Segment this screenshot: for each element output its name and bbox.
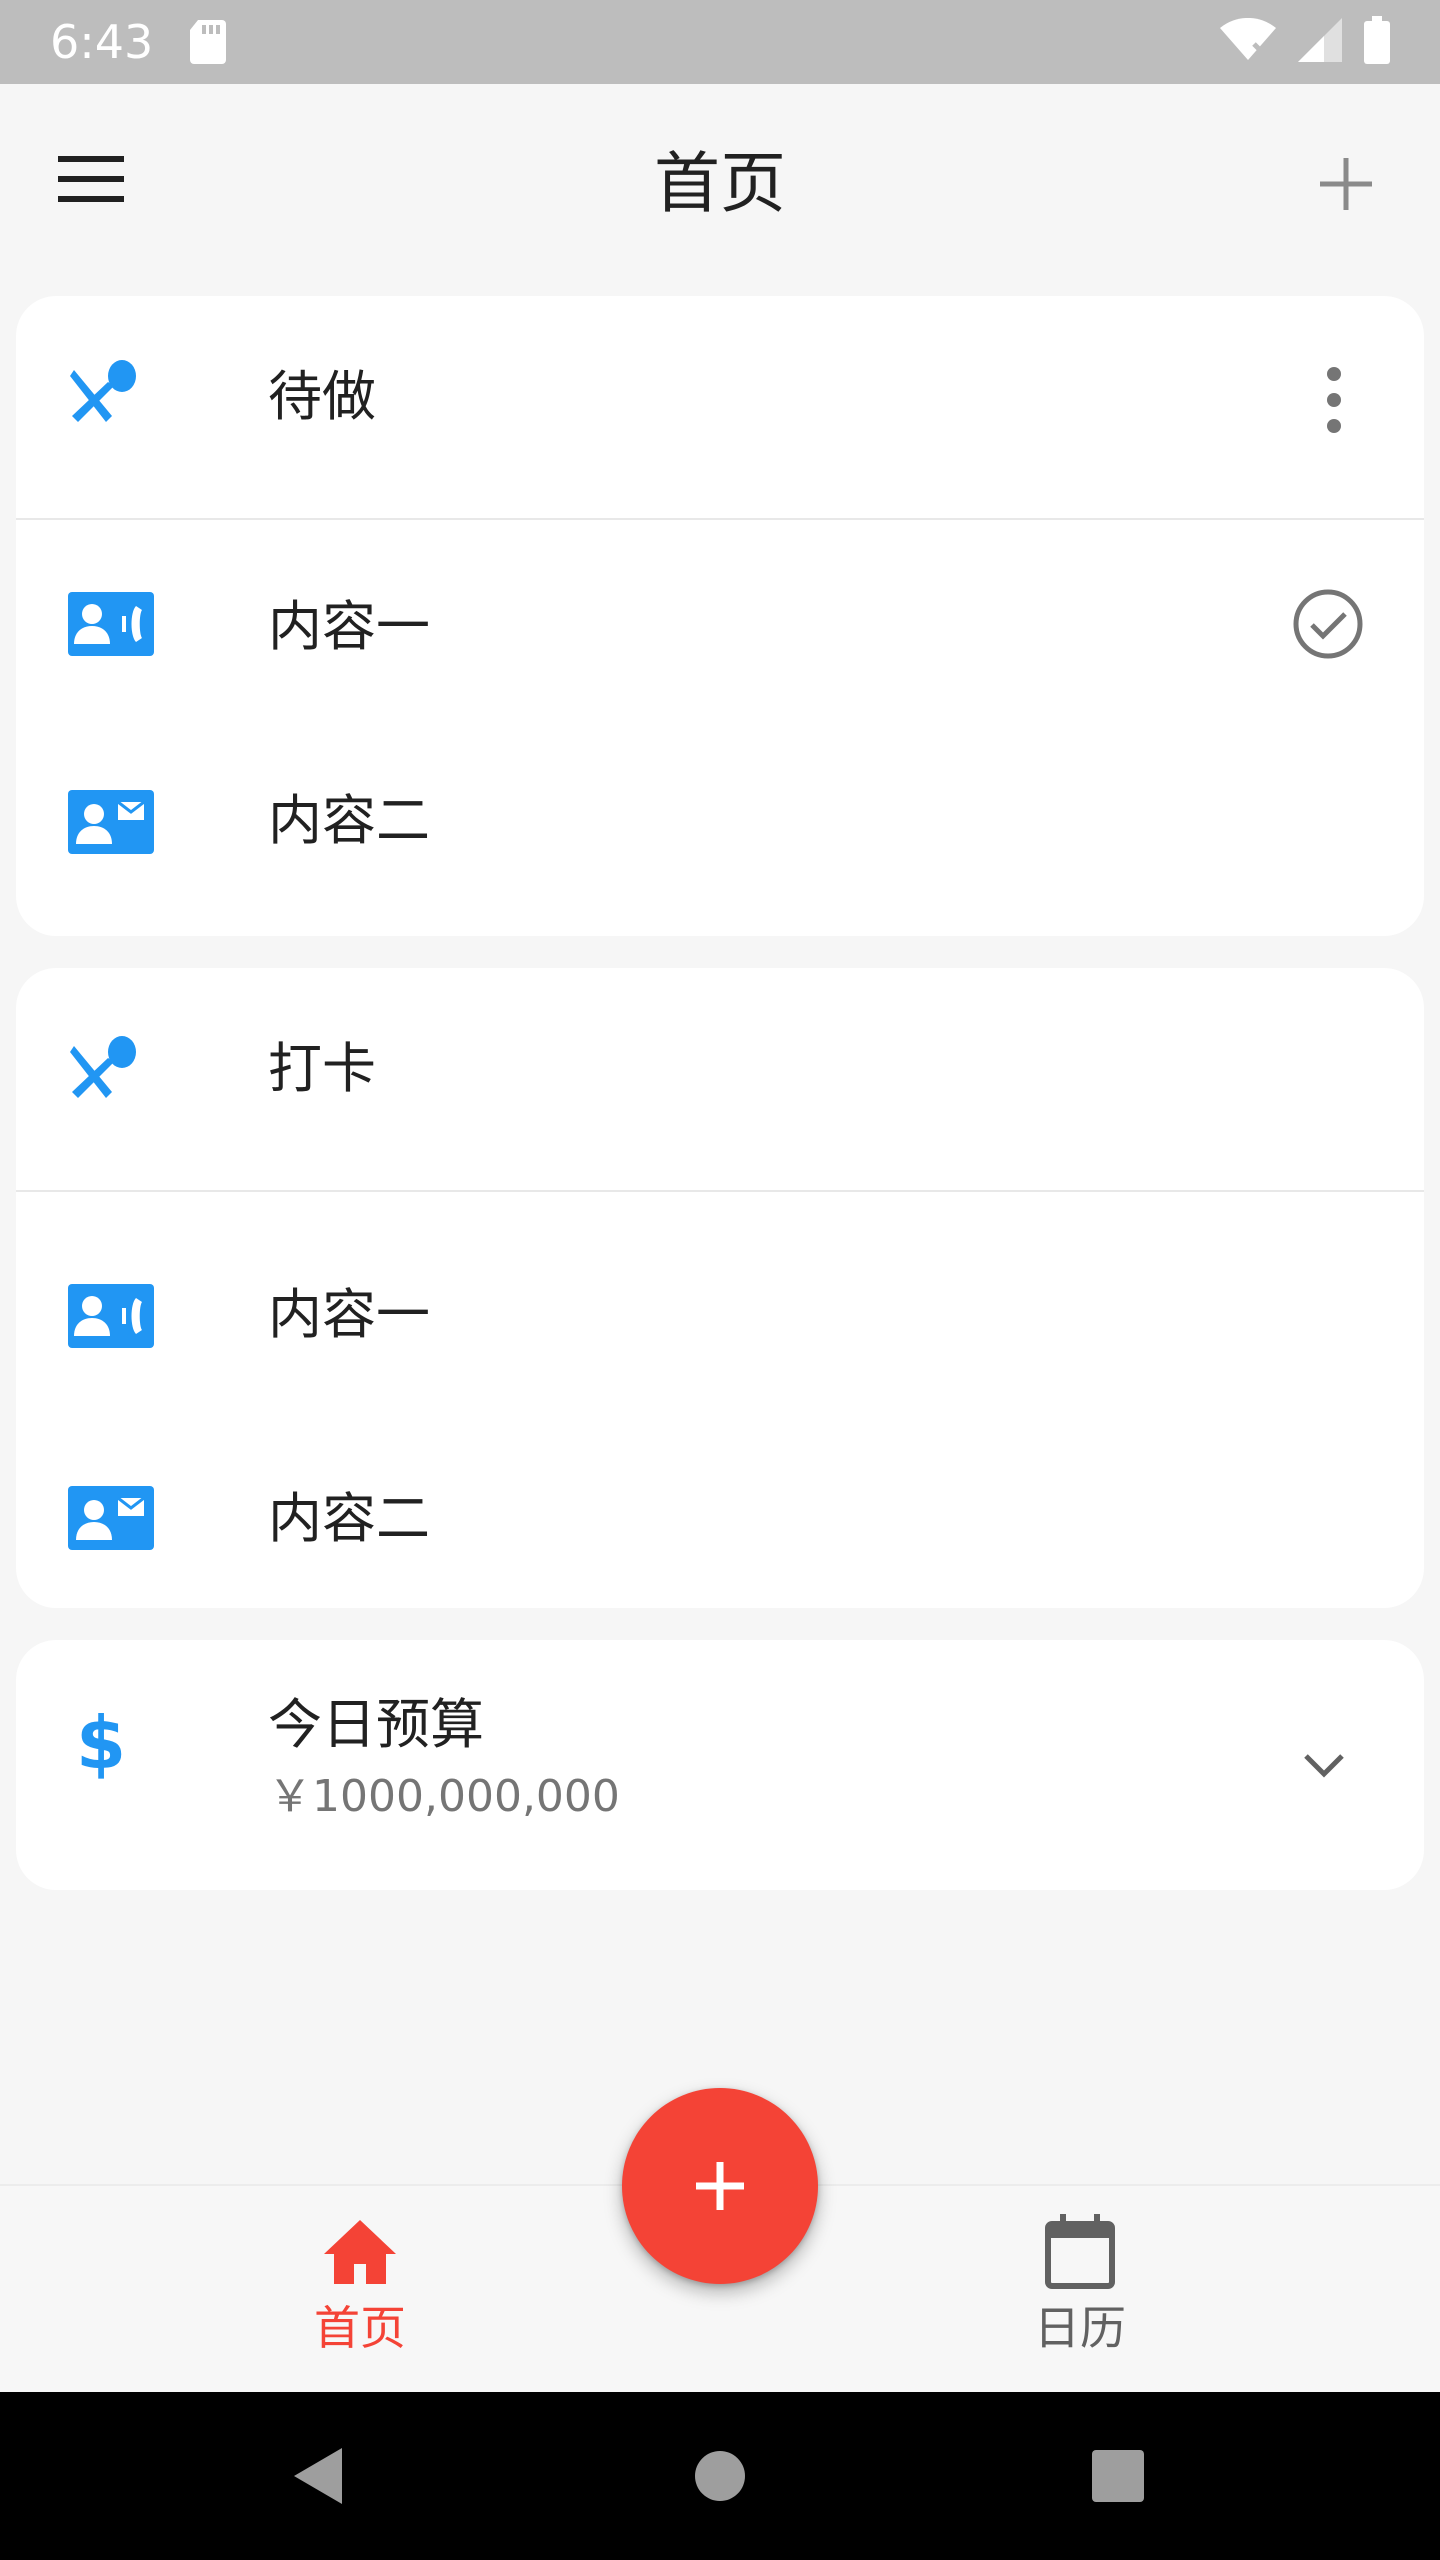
list-item-label: 内容一	[268, 595, 430, 658]
list-item[interactable]: 内容二	[16, 1402, 1424, 1602]
add-icon[interactable]	[1306, 144, 1386, 224]
list-item[interactable]: 内容一	[16, 1192, 1424, 1402]
contact-phone-icon	[68, 1284, 154, 1352]
home-nav-icon[interactable]	[680, 2436, 760, 2516]
check-circle-icon[interactable]	[1288, 584, 1368, 664]
sd-card-icon	[190, 20, 226, 68]
status-icons	[1220, 16, 1390, 68]
list-item[interactable]: 内容二	[16, 730, 1424, 930]
status-bar: 6:43	[0, 0, 1440, 84]
nav-item-home[interactable]: 首页	[210, 2186, 510, 2394]
dollar-icon: $	[76, 1701, 126, 1785]
chevron-down-icon[interactable]	[1294, 1736, 1354, 1796]
system-nav-bar	[0, 2392, 1440, 2560]
nav-item-label: 首页	[314, 2301, 406, 2355]
wifi-icon	[1220, 17, 1276, 66]
calendar-icon	[1040, 2212, 1120, 2292]
list-item[interactable]: 内容一	[16, 520, 1424, 730]
checkin-card: 打卡 内容一 内容二	[16, 968, 1424, 1608]
utensils-icon	[68, 1034, 140, 1110]
todo-card-header[interactable]: 待做	[16, 296, 1424, 518]
todo-card-title: 待做	[268, 365, 376, 428]
nav-item-label: 日历	[1034, 2301, 1126, 2355]
list-item-label: 内容一	[268, 1283, 430, 1346]
budget-amount: ￥1000,000,000	[268, 1771, 620, 1822]
contact-mail-icon	[68, 1486, 154, 1554]
budget-title: 今日预算	[268, 1693, 484, 1756]
page-title: 首页	[654, 145, 786, 222]
back-icon[interactable]	[280, 2436, 360, 2516]
todo-card: 待做 内容一 内容二	[16, 296, 1424, 936]
add-icon	[696, 2162, 744, 2210]
nav-item-calendar[interactable]: 日历	[930, 2186, 1230, 2394]
signal-icon	[1298, 18, 1342, 66]
checkin-card-title: 打卡	[268, 1037, 376, 1100]
svg-text:$: $	[76, 1704, 126, 1780]
home-icon	[320, 2212, 400, 2292]
recents-icon[interactable]	[1078, 2436, 1158, 2516]
more-vert-icon[interactable]	[1314, 360, 1354, 440]
screen: 6:43 首页 待做 内容一 内容二 打卡 内容一 内容二 $ 今日预算 ￥10…	[0, 0, 1440, 2560]
list-item-label: 内容二	[268, 1487, 430, 1550]
utensils-icon	[68, 358, 140, 434]
app-bar: 首页	[0, 84, 1440, 280]
budget-card[interactable]: $ 今日预算 ￥1000,000,000	[16, 1640, 1424, 1890]
contact-phone-icon	[68, 592, 154, 660]
fab-add-button[interactable]	[622, 2088, 818, 2284]
checkin-card-header[interactable]: 打卡	[16, 968, 1424, 1190]
status-time: 6:43	[50, 15, 154, 69]
list-item-label: 内容二	[268, 789, 430, 852]
battery-icon	[1364, 16, 1390, 68]
contact-mail-icon	[68, 790, 154, 858]
